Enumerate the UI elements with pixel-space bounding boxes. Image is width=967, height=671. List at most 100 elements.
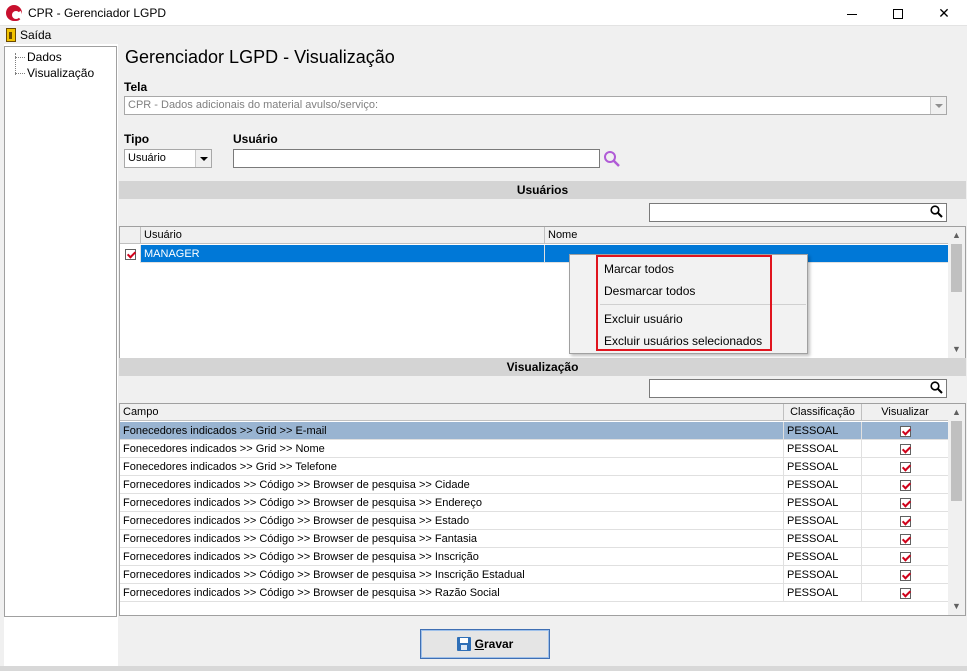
campo-cell: Fornecedores indicados >> Código >> Brow… <box>120 548 784 566</box>
classificacao-cell: PESSOAL <box>784 422 862 440</box>
table-row[interactable]: MANAGER <box>120 245 949 263</box>
checkbox-checked-icon[interactable] <box>899 497 911 509</box>
campo-cell: Fonecedores indicados >> Grid >> Telefon… <box>120 458 784 476</box>
floppy-disk-icon <box>456 637 471 651</box>
tree-item-dados[interactable]: Dados <box>11 50 62 64</box>
campo-cell: Fonecedores indicados >> Grid >> Nome <box>120 440 784 458</box>
checkbox-checked-icon[interactable] <box>899 425 911 437</box>
usuarios-scrollbar[interactable]: ▲ ▼ <box>948 227 965 358</box>
visualizar-cell[interactable] <box>862 458 949 476</box>
classificacao-cell: PESSOAL <box>784 494 862 512</box>
column-header-usuario[interactable]: Usuário <box>141 227 545 244</box>
tela-select[interactable]: CPR - Dados adicionais do material avuls… <box>124 96 947 115</box>
visualizacao-section-header: Visualização <box>119 358 966 376</box>
menu-bar: Saída <box>0 26 967 44</box>
campo-cell: Fornecedores indicados >> Código >> Brow… <box>120 512 784 530</box>
table-row[interactable]: Fornecedores indicados >> Código >> Brow… <box>120 548 949 566</box>
maximize-button[interactable] <box>875 0 921 26</box>
save-button-label: Gravar <box>475 637 514 651</box>
column-header-check <box>120 227 141 244</box>
usuarios-grid: Usuário Nome MANAGER ▲ ▼ <box>119 226 966 359</box>
checkbox-checked-icon[interactable] <box>899 515 911 527</box>
scroll-up-icon[interactable]: ▲ <box>948 404 965 421</box>
visualizar-cell[interactable] <box>862 566 949 584</box>
checkbox-checked-icon[interactable] <box>899 443 911 455</box>
campo-cell: Fornecedores indicados >> Código >> Brow… <box>120 530 784 548</box>
usuario-label: Usuário <box>233 132 278 146</box>
visualizar-cell[interactable] <box>862 440 949 458</box>
save-label-rest: ravar <box>483 637 514 651</box>
checkbox-checked-icon[interactable] <box>899 551 911 563</box>
title-bar: CPR - Gerenciador LGPD ✕ <box>0 0 967 26</box>
scroll-down-icon[interactable]: ▼ <box>948 598 965 615</box>
app-logo-icon <box>6 5 22 21</box>
scrollbar-thumb[interactable] <box>951 244 962 292</box>
save-button[interactable]: Gravar <box>420 629 550 659</box>
table-row[interactable]: Fonecedores indicados >> Grid >> Telefon… <box>120 458 949 476</box>
row-checkbox[interactable] <box>120 245 141 263</box>
bottom-strip <box>0 666 967 671</box>
visualizar-cell[interactable] <box>862 476 949 494</box>
visualizar-cell[interactable] <box>862 548 949 566</box>
visualizar-cell[interactable] <box>862 512 949 530</box>
visualizacao-grid-header: Campo Classificação Visualizar <box>120 404 949 421</box>
close-button[interactable]: ✕ <box>921 0 967 26</box>
usuarios-filter-input[interactable] <box>649 203 947 222</box>
visualizacao-grid: Campo Classificação Visualizar Fonecedor… <box>119 403 966 616</box>
table-row[interactable]: Fornecedores indicados >> Código >> Brow… <box>120 566 949 584</box>
classificacao-cell: PESSOAL <box>784 566 862 584</box>
search-icon[interactable] <box>930 205 943 221</box>
classificacao-cell: PESSOAL <box>784 548 862 566</box>
visualizar-cell[interactable] <box>862 584 949 602</box>
column-header-nome[interactable]: Nome <box>545 227 949 244</box>
checkbox-checked-icon[interactable] <box>124 248 136 260</box>
visualizar-cell[interactable] <box>862 422 949 440</box>
search-icon[interactable] <box>930 381 943 397</box>
table-row[interactable]: Fonecedores indicados >> Grid >> E-mail P… <box>120 422 949 440</box>
usuario-cell: MANAGER <box>141 245 545 263</box>
classificacao-cell: PESSOAL <box>784 530 862 548</box>
visualizacao-scrollbar[interactable]: ▲ ▼ <box>948 404 965 615</box>
classificacao-cell: PESSOAL <box>784 512 862 530</box>
column-header-campo[interactable]: Campo <box>120 404 784 421</box>
column-header-classificacao[interactable]: Classificação <box>784 404 862 421</box>
scrollbar-thumb[interactable] <box>951 421 962 501</box>
minimize-icon <box>847 13 857 15</box>
maximize-icon <box>893 9 903 20</box>
table-row[interactable]: Fornecedores indicados >> Código >> Brow… <box>120 494 949 512</box>
checkbox-checked-icon[interactable] <box>899 479 911 491</box>
tipo-select[interactable]: Usuário <box>124 149 212 168</box>
menu-exit[interactable]: Saída <box>6 27 51 43</box>
table-row[interactable]: Fornecedores indicados >> Código >> Brow… <box>120 530 949 548</box>
visualizar-cell[interactable] <box>862 494 949 512</box>
campo-cell: Fornecedores indicados >> Código >> Brow… <box>120 566 784 584</box>
checkbox-checked-icon[interactable] <box>899 533 911 545</box>
scroll-down-icon[interactable]: ▼ <box>948 341 965 358</box>
page-title: Gerenciador LGPD - Visualização <box>125 47 395 67</box>
checkbox-checked-icon[interactable] <box>899 569 911 581</box>
tela-label: Tela <box>124 80 148 94</box>
column-header-visualizar[interactable]: Visualizar <box>862 404 949 421</box>
chevron-down-icon[interactable] <box>930 97 946 114</box>
scroll-up-icon[interactable]: ▲ <box>948 227 965 244</box>
table-row[interactable]: Fonecedores indicados >> Grid >> Nome PES… <box>120 440 949 458</box>
menu-exit-label: Saída <box>20 28 52 42</box>
checkbox-checked-icon[interactable] <box>899 587 911 599</box>
tipo-select-value: Usuário <box>128 152 166 164</box>
table-row[interactable]: Fornecedores indicados >> Código >> Brow… <box>120 476 949 494</box>
exit-door-icon <box>6 28 16 42</box>
usuario-input[interactable] <box>233 149 600 168</box>
minimize-button[interactable] <box>829 0 875 26</box>
visualizar-cell[interactable] <box>862 530 949 548</box>
table-row[interactable]: Fornecedores indicados >> Código >> Brow… <box>120 584 949 602</box>
save-accel-key: G <box>474 637 484 651</box>
search-icon[interactable] <box>603 150 621 168</box>
campo-cell: Fornecedores indicados >> Código >> Brow… <box>120 584 784 602</box>
visualizacao-filter-input[interactable] <box>649 379 947 398</box>
usuarios-grid-header: Usuário Nome <box>120 227 949 244</box>
checkbox-checked-icon[interactable] <box>899 461 911 473</box>
chevron-down-icon[interactable] <box>195 150 211 167</box>
tree-item-visualizacao[interactable]: Visualização <box>11 66 94 80</box>
classificacao-cell: PESSOAL <box>784 476 862 494</box>
table-row[interactable]: Fornecedores indicados >> Código >> Brow… <box>120 512 949 530</box>
